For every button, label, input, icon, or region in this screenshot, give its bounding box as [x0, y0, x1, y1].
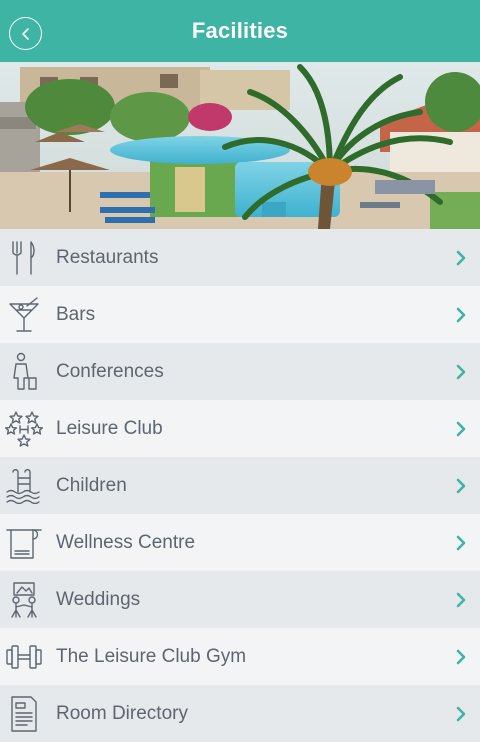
- hotel-pool-photo: [0, 62, 480, 229]
- list-item-room-directory[interactable]: Room Directory: [0, 685, 480, 742]
- list-item-children[interactable]: Children: [0, 457, 480, 514]
- app-header: Facilities: [0, 0, 480, 62]
- list-item-label: The Leisure Club Gym: [56, 645, 247, 667]
- list-item-bars[interactable]: Bars: [0, 286, 480, 343]
- list-item-label: Wellness Centre: [56, 531, 196, 553]
- list-item-weddings[interactable]: Weddings: [0, 571, 480, 628]
- stars-icon: [4, 409, 44, 449]
- list-item-label: Weddings: [56, 588, 141, 610]
- page-title: Facilities: [191, 18, 289, 43]
- chevron-right-icon: [456, 706, 466, 722]
- hero-image: [0, 62, 480, 229]
- list-item-label: Room Directory: [56, 702, 188, 724]
- cocktail-glass-icon: [4, 295, 44, 335]
- list-item-leisure-club[interactable]: Leisure Club: [0, 400, 480, 457]
- pdf-document-icon: [4, 694, 44, 734]
- chevron-right-icon: [456, 307, 466, 323]
- list-item-label: Conferences: [56, 360, 164, 382]
- list-item-wellness-centre[interactable]: Wellness Centre: [0, 514, 480, 571]
- list-item-leisure-club-gym[interactable]: The Leisure Club Gym: [0, 628, 480, 685]
- list-item-label: Children: [56, 474, 127, 496]
- back-button[interactable]: [9, 17, 42, 50]
- fork-knife-icon: [4, 238, 44, 278]
- towel-icon: [4, 523, 44, 563]
- list-item-restaurants[interactable]: Restaurants: [0, 229, 480, 286]
- chevron-right-icon: [456, 649, 466, 665]
- couple-icon: [4, 580, 44, 620]
- chevron-right-icon: [456, 364, 466, 380]
- chevron-right-icon: [456, 421, 466, 437]
- chevron-right-icon: [456, 592, 466, 608]
- list-item-conferences[interactable]: Conferences: [0, 343, 480, 400]
- dumbbell-icon: [4, 637, 44, 677]
- list-item-label: Leisure Club: [56, 417, 163, 439]
- list-item-label: Bars: [56, 303, 96, 325]
- chevron-right-icon: [456, 535, 466, 551]
- facilities-list: Restaurants Bars Conferences Leisure Clu…: [0, 229, 480, 742]
- pool-ladder-icon: [4, 466, 44, 506]
- chevron-left-icon: [21, 27, 29, 40]
- chevron-right-icon: [456, 250, 466, 266]
- speaker-podium-icon: [4, 352, 44, 392]
- list-item-label: Restaurants: [56, 246, 159, 268]
- chevron-right-icon: [456, 478, 466, 494]
